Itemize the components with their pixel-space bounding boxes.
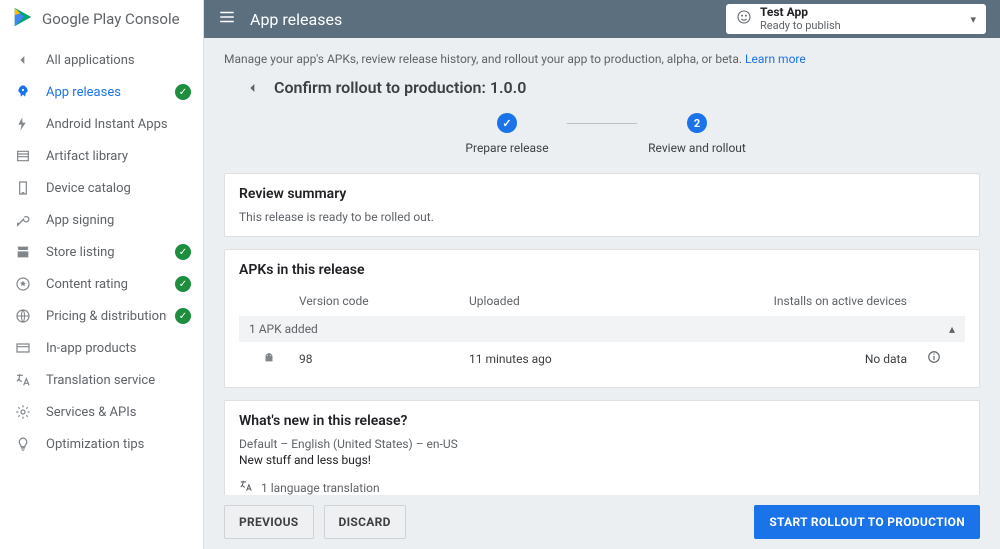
sidebar-item-app-signing[interactable]: App signing [0, 204, 203, 236]
apk-version: 98 [299, 352, 469, 366]
translate-icon [239, 479, 253, 495]
step-review-label: Review and rollout [648, 141, 746, 155]
stepper: ✓ Prepare release 2 Review and rollout [204, 103, 1000, 173]
whats-new-lang[interactable]: 1 language translation [239, 479, 965, 495]
sidebar-item-label: Translation service [46, 373, 155, 388]
info-icon[interactable] [927, 350, 941, 367]
check-badge-icon: ✓ [175, 84, 191, 100]
step-review-dot: 2 [687, 113, 707, 133]
sidebar-item-label: Store listing [46, 245, 115, 260]
whats-new-card: What's new in this release? Default – En… [224, 400, 980, 495]
selected-app-status: Ready to publish [760, 20, 962, 32]
brand: Google Play Console [0, 0, 203, 38]
sidebar-item-label: Services & APIs [46, 405, 136, 420]
rating-icon [14, 275, 32, 293]
start-rollout-button[interactable]: Start rollout to production [754, 505, 980, 539]
play-console-logo-icon [12, 6, 34, 32]
device-icon [14, 179, 32, 197]
check-badge-icon: ✓ [175, 308, 191, 324]
back-arrow-icon[interactable] [244, 79, 262, 97]
apk-uploaded: 11 minutes ago [469, 352, 719, 366]
previous-button[interactable]: Previous [224, 505, 314, 539]
sidebar-item-label: Optimization tips [46, 437, 144, 452]
collapse-icon: ▴ [949, 322, 955, 336]
whats-new-body: New stuff and less bugs! [239, 453, 965, 467]
sidebar-item-pricing-distribution[interactable]: Pricing & distribution ✓ [0, 300, 203, 332]
sidebar-item-label: Pricing & distribution [46, 309, 166, 324]
header: App releases Test App Ready to publish ▾ [204, 0, 1000, 38]
arrow-left-icon [14, 51, 32, 69]
brand-name: Google Play Console [42, 10, 180, 28]
apks-band-text: 1 APK added [249, 322, 318, 336]
review-summary-body: This release is ready to be rolled out. [239, 210, 965, 224]
discard-button[interactable]: Discard [324, 505, 406, 539]
whats-new-heading: What's new in this release? [239, 413, 965, 429]
sidebar-item-label: App signing [46, 213, 114, 228]
hamburger-icon[interactable] [218, 8, 236, 30]
store-icon [14, 243, 32, 261]
step-prepare[interactable]: ✓ Prepare release [447, 113, 567, 155]
sidebar-item-label: Artifact library [46, 149, 128, 164]
apk-row: 98 11 minutes ago No data [239, 342, 965, 375]
key-icon [14, 211, 32, 229]
intro-text: Manage your app's APKs, review release h… [204, 38, 1000, 74]
apks-heading: APKs in this release [239, 262, 965, 278]
sidebar-item-store-listing[interactable]: Store listing ✓ [0, 236, 203, 268]
bulb-icon [14, 435, 32, 453]
sidebar-item-label: In-app products [46, 341, 136, 356]
app-face-icon [736, 9, 752, 29]
whats-new-lang-text: 1 language translation [261, 481, 380, 495]
translate-icon [14, 371, 32, 389]
check-badge-icon: ✓ [175, 276, 191, 292]
sidebar-item-optimization-tips[interactable]: Optimization tips [0, 428, 203, 460]
all-applications-label: All applications [46, 53, 135, 68]
gear-icon [14, 403, 32, 421]
whats-new-subtitle: Default – English (United States) – en-U… [239, 437, 965, 451]
apk-installs: No data [719, 352, 913, 366]
review-summary-card: Review summary This release is ready to … [224, 173, 980, 237]
sidebar-item-in-app-products[interactable]: In-app products [0, 332, 203, 364]
download-icon[interactable] [951, 350, 965, 367]
sidebar-item-services-apis[interactable]: Services & APIs [0, 396, 203, 428]
step-connector [567, 123, 637, 124]
sidebar-item-label: App releases [46, 85, 121, 100]
step-review[interactable]: 2 Review and rollout [637, 113, 757, 155]
step-prepare-label: Prepare release [465, 141, 548, 155]
selected-app-name: Test App [760, 6, 962, 19]
bolt-icon [14, 115, 32, 133]
intro-body: Manage your app's APKs, review release h… [224, 52, 742, 66]
sidebar-item-content-rating[interactable]: Content rating ✓ [0, 268, 203, 300]
sidebar-item-artifact-library[interactable]: Artifact library [0, 140, 203, 172]
all-applications-link[interactable]: All applications [0, 44, 203, 76]
app-selector[interactable]: Test App Ready to publish ▾ [726, 4, 986, 34]
sidebar-item-label: Android Instant Apps [46, 117, 168, 132]
apks-columns: Version code Uploaded Installs on active… [239, 286, 965, 316]
col-version: Version code [299, 294, 469, 308]
apks-band[interactable]: 1 APK added ▴ [239, 316, 965, 342]
page-title: Confirm rollout to production: 1.0.0 [274, 78, 526, 97]
sidebar-item-app-releases[interactable]: App releases ✓ [0, 76, 203, 108]
apks-card: APKs in this release Version code Upload… [224, 249, 980, 388]
sidebar-item-label: Content rating [46, 277, 128, 292]
col-installs: Installs on active devices [719, 294, 913, 308]
sidebar: All applications App releases ✓ Android In… [0, 38, 203, 466]
review-summary-heading: Review summary [239, 186, 965, 202]
globe-icon [14, 307, 32, 325]
card-icon [14, 339, 32, 357]
sidebar-item-label: Device catalog [46, 181, 131, 196]
rocket-icon [14, 83, 32, 101]
sidebar-item-device-catalog[interactable]: Device catalog [0, 172, 203, 204]
step-prepare-dot: ✓ [497, 113, 517, 133]
sidebar-item-android-instant-apps[interactable]: Android Instant Apps [0, 108, 203, 140]
footer: Previous Discard Start rollout to produc… [204, 495, 1000, 549]
header-title: App releases [250, 10, 342, 29]
android-icon [239, 352, 299, 366]
chevron-down-icon: ▾ [970, 13, 976, 26]
col-uploaded: Uploaded [469, 294, 719, 308]
check-badge-icon: ✓ [175, 244, 191, 260]
sidebar-item-translation-service[interactable]: Translation service [0, 364, 203, 396]
library-icon [14, 147, 32, 165]
learn-more-link[interactable]: Learn more [745, 52, 806, 66]
